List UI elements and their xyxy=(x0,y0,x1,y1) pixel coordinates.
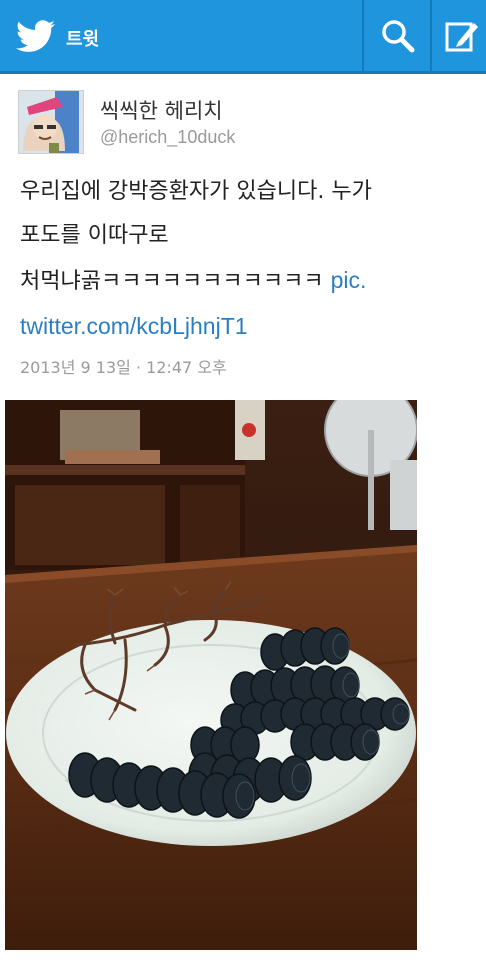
tweet-photo[interactable] xyxy=(5,400,417,950)
tweet-text: 우리집에 강박증환자가 있습니다. 누가 포도를 이따구로 처먹냐곩ㅋㅋㅋㅋㅋㅋ… xyxy=(20,170,470,348)
top-app-bar: 트윗 xyxy=(0,0,486,74)
page-title: 트윗 xyxy=(66,29,100,50)
twitter-bird-icon[interactable] xyxy=(16,20,56,52)
tweet-timestamp: 2013년 9 13일 · 12:47 오후 xyxy=(20,358,227,377)
avatar[interactable] xyxy=(18,90,84,154)
tweet-text-line: 처먹냐곩ㅋㅋㅋㅋㅋㅋㅋㅋㅋㅋㅋ pic. xyxy=(20,258,470,304)
author-name[interactable]: 씩씩한 헤리치 xyxy=(100,95,223,125)
search-icon[interactable] xyxy=(380,18,416,54)
tweet-text-line: 포도를 이따구로 xyxy=(20,223,169,248)
tweet-text-segment: 처먹냐곩ㅋㅋㅋㅋㅋㅋㅋㅋㅋㅋㅋ xyxy=(20,269,331,294)
toolbar-divider xyxy=(362,0,364,71)
author-handle[interactable]: @herich_10duck xyxy=(100,127,235,148)
compose-icon[interactable] xyxy=(444,18,480,54)
tweet-text-line: 우리집에 강박증환자가 있습니다. 누가 xyxy=(20,179,372,204)
photo-grapes-on-plate xyxy=(5,400,417,950)
toolbar-divider xyxy=(430,0,432,71)
tweet-link[interactable]: pic. xyxy=(331,267,367,293)
tweet-link[interactable]: twitter.com/kcbLjhnjT1 xyxy=(20,304,470,348)
avatar-image xyxy=(19,91,83,153)
